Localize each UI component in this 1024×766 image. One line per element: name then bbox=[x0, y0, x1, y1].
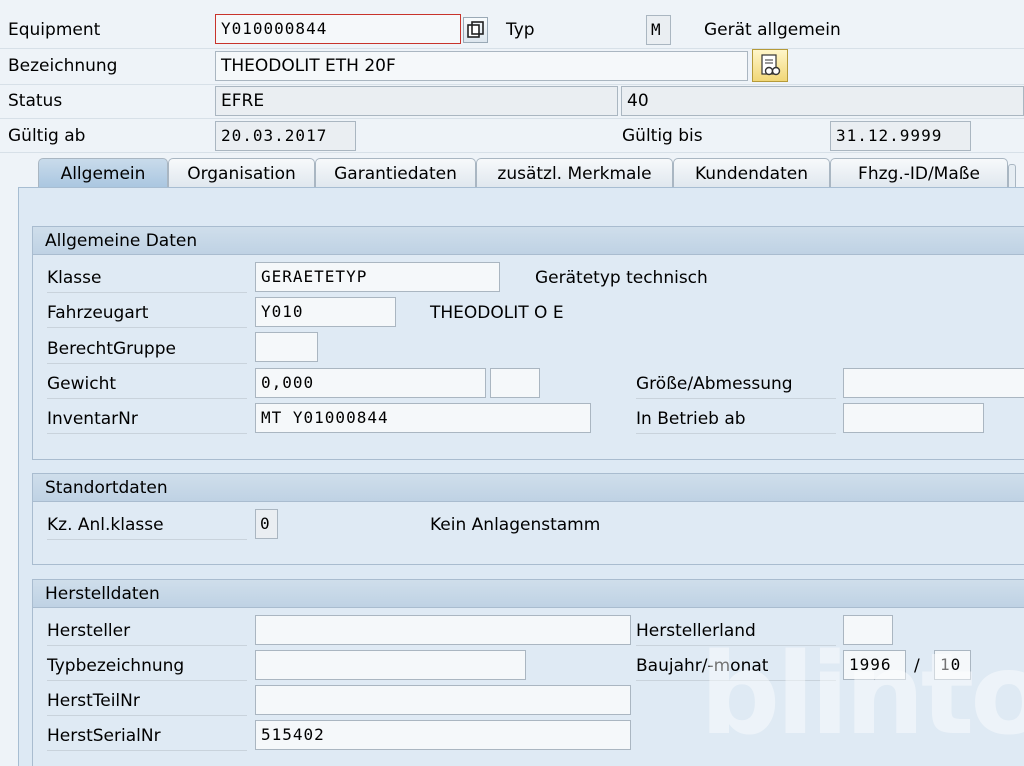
group-title: Allgemeine Daten bbox=[33, 227, 1024, 255]
bezeichnung-label: Bezeichnung bbox=[8, 56, 118, 76]
typbezeichnung-label: Typbezeichnung bbox=[47, 651, 247, 681]
gueltig-ab-field: 20.03.2017 bbox=[215, 121, 356, 151]
tab-organisation[interactable]: Organisation bbox=[168, 158, 315, 188]
equipment-input[interactable]: Y010000844 bbox=[215, 14, 461, 44]
klasse-input[interactable]: GERAETETYP bbox=[255, 262, 500, 292]
copy-icon[interactable] bbox=[463, 17, 488, 43]
hersteller-label: Hersteller bbox=[47, 616, 247, 646]
status-field-2: 40 bbox=[621, 86, 1024, 116]
baujahr-separator: / bbox=[914, 656, 920, 676]
header-divider bbox=[0, 48, 1024, 49]
gueltig-ab-label: Gültig ab bbox=[8, 126, 86, 146]
gewicht-unit-input[interactable] bbox=[490, 368, 540, 398]
fahrzeugart-text: THEODOLIT O E bbox=[430, 303, 564, 323]
gueltig-bis-label: Gültig bis bbox=[622, 126, 703, 146]
kz-anlklasse-label: Kz. Anl.klasse bbox=[47, 510, 247, 540]
herstserialnr-label: HerstSerialNr bbox=[47, 721, 247, 751]
hersteller-input[interactable] bbox=[255, 615, 631, 645]
gewicht-label: Gewicht bbox=[47, 369, 247, 399]
berecht-label: BerechtGruppe bbox=[47, 334, 247, 364]
typbezeichnung-input[interactable] bbox=[255, 650, 526, 680]
kz-anlklasse-field: 0 bbox=[255, 509, 278, 539]
group-title: Herstelldaten bbox=[33, 580, 1024, 608]
status-field: EFRE bbox=[215, 86, 618, 116]
herstserialnr-input[interactable]: 515402 bbox=[255, 720, 631, 750]
klasse-label: Klasse bbox=[47, 263, 247, 293]
herstellerland-label: Herstellerland bbox=[636, 616, 836, 646]
berecht-input[interactable] bbox=[255, 332, 318, 362]
tab-zusaetzl-merkmale[interactable]: zusätzl. Merkmale bbox=[476, 158, 673, 188]
gueltig-bis-field: 31.12.9999 bbox=[830, 121, 971, 151]
inventar-input[interactable]: MT Y01000844 bbox=[255, 403, 591, 433]
tab-garantiedaten[interactable]: Garantiedaten bbox=[315, 158, 476, 188]
fahrzeugart-input[interactable]: Y010 bbox=[255, 297, 396, 327]
inventar-label: InventarNr bbox=[47, 404, 247, 434]
groesse-input[interactable] bbox=[843, 368, 1024, 398]
header-divider bbox=[0, 84, 1024, 85]
klasse-text: Gerätetyp technisch bbox=[535, 268, 708, 288]
group-title: Standortdaten bbox=[33, 474, 1024, 502]
long-text-icon[interactable] bbox=[752, 49, 788, 82]
fahrzeugart-label: Fahrzeugart bbox=[47, 298, 247, 328]
tab-kundendaten[interactable]: Kundendaten bbox=[673, 158, 830, 188]
status-label: Status bbox=[8, 91, 63, 111]
tab-fhzg-id-masse[interactable]: Fhzg.-ID/Maße bbox=[830, 158, 1008, 188]
typ-field: M bbox=[646, 15, 671, 45]
tab-overflow-indicator[interactable] bbox=[1008, 164, 1016, 188]
herstellerland-input[interactable] bbox=[843, 615, 893, 645]
equipment-label: Equipment bbox=[8, 20, 101, 40]
tab-allgemein[interactable]: Allgemein bbox=[38, 158, 168, 188]
herstteilnr-label: HerstTeilNr bbox=[47, 686, 247, 716]
groesse-label: Größe/Abmessung bbox=[636, 369, 836, 399]
in-betrieb-label: In Betrieb ab bbox=[636, 404, 836, 434]
header-divider bbox=[0, 152, 1024, 153]
typ-text: Gerät allgemein bbox=[704, 20, 841, 40]
baujahr-label: Baujahr/-monat bbox=[636, 651, 836, 681]
header-divider bbox=[0, 118, 1024, 119]
kz-anlklasse-text: Kein Anlagenstamm bbox=[430, 515, 601, 535]
bezeichnung-input[interactable]: THEODOLIT ETH 20F bbox=[215, 51, 748, 81]
herstteilnr-input[interactable] bbox=[255, 685, 631, 715]
baumonat-input[interactable]: 10 bbox=[934, 650, 971, 680]
gewicht-input[interactable]: 0,000 bbox=[255, 368, 486, 398]
baujahr-input[interactable]: 1996 bbox=[843, 650, 906, 680]
typ-label: Typ bbox=[506, 20, 535, 40]
in-betrieb-input[interactable] bbox=[843, 403, 984, 433]
